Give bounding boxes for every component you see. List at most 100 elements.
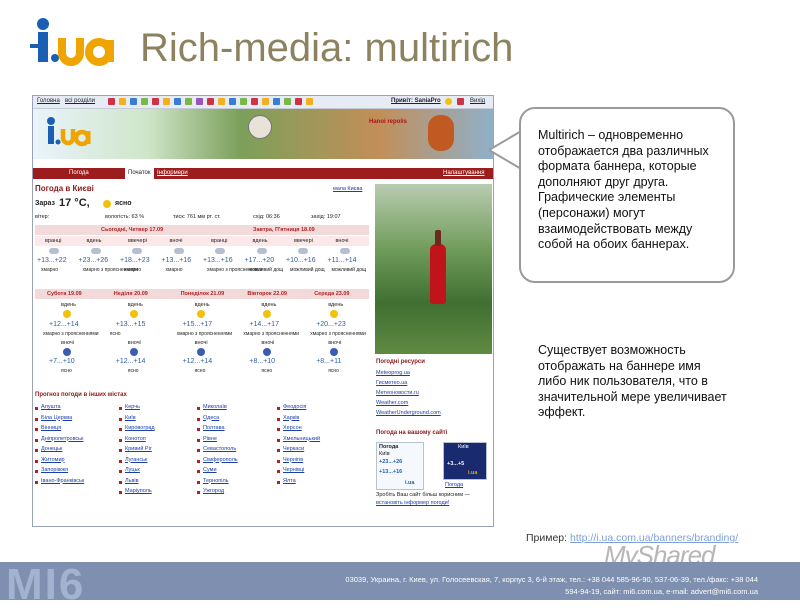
toolbar-icon[interactable]	[152, 98, 159, 105]
resource-link[interactable]: Weather.com	[376, 400, 408, 406]
day-label: Понеділок 21.09	[180, 291, 225, 297]
moon-icon	[263, 348, 272, 356]
now-label: Зараз	[35, 200, 56, 207]
city-link[interactable]: Луцьк	[125, 467, 140, 473]
city-link[interactable]: Полтава	[203, 425, 225, 431]
city-link[interactable]: Херсон	[283, 425, 302, 431]
toolbar-icon[interactable]	[185, 98, 192, 105]
city-link[interactable]: Маріуполь	[125, 488, 152, 494]
nav-weather[interactable]: Погода	[69, 170, 89, 176]
widget1-temp1: +23...+26	[379, 459, 403, 465]
city-link[interactable]: Севастополь	[203, 446, 236, 452]
callout-text: Multirich – одновременно отображается дв…	[538, 128, 709, 252]
city-link[interactable]: Кировоград	[125, 425, 155, 431]
day-part-label: вдень	[127, 302, 143, 308]
night-condition: ясно	[194, 368, 206, 374]
day-label: Середа 23.09	[314, 291, 350, 297]
widget-caption[interactable]: Погода	[445, 482, 463, 488]
city-link[interactable]: Вінниця	[41, 425, 61, 431]
iua-logo	[30, 14, 122, 74]
night-temp: +7...+10	[49, 358, 75, 365]
city-bullet	[119, 407, 122, 410]
city-link[interactable]: Одеса	[203, 415, 219, 421]
city-bullet	[35, 438, 38, 442]
toolbar-icon[interactable]	[130, 98, 137, 105]
city-link[interactable]: Миколаїв	[203, 404, 227, 410]
cloud-icon	[173, 248, 184, 254]
city-link[interactable]: Алушта	[41, 404, 61, 410]
toolbar-icon[interactable]	[295, 98, 302, 105]
city-bullet	[277, 407, 280, 410]
toolbar-icon[interactable]	[218, 98, 225, 105]
toolbar-icon[interactable]	[163, 98, 170, 105]
city-link[interactable]: Донецьк	[41, 446, 62, 452]
toolbar-icon[interactable]	[174, 98, 181, 105]
toolbar-icon[interactable]	[196, 98, 203, 105]
tab-informers[interactable]: Інформери	[157, 170, 188, 176]
city-link[interactable]: Кривий Ріг	[125, 446, 152, 452]
iua-small-logo[interactable]	[43, 115, 93, 151]
tab-start[interactable]: Початок	[125, 168, 154, 179]
forecast-temp: +13...+16	[161, 257, 192, 264]
city-link[interactable]: Тернопіль	[203, 478, 229, 484]
settings-link[interactable]: Налаштування	[443, 170, 484, 176]
map-link[interactable]: мапа Києва	[333, 186, 362, 192]
toolbar-icon[interactable]	[119, 98, 126, 105]
toolbar-icon[interactable]	[273, 98, 280, 105]
resource-link[interactable]: WeatherUnderground.com	[376, 410, 441, 416]
city-bullet	[35, 449, 38, 452]
mail-icon[interactable]	[457, 98, 464, 105]
toolbar-icon[interactable]	[229, 98, 236, 105]
city-link[interactable]: Феодосія	[283, 404, 306, 410]
widget2-temp: +3...+5	[447, 461, 465, 467]
daypart-label: вранці	[45, 238, 62, 244]
toolbar-icon[interactable]	[251, 98, 258, 105]
weather-widget-1[interactable]: Погода Київ +23...+26 +13...+16 i.ua	[376, 442, 424, 490]
user-greeting-link[interactable]: Привіт: SaniaPro	[391, 98, 441, 104]
city-link[interactable]: Конотоп	[125, 436, 146, 442]
city-link[interactable]: Рівне	[203, 436, 217, 442]
city-link[interactable]: Чернігів	[283, 457, 303, 463]
day-condition: хмарно з проясненнями	[243, 331, 299, 337]
city-link[interactable]: Харків	[283, 415, 299, 421]
resource-link[interactable]: Метеоновости.ru	[376, 390, 419, 396]
weather-widget-2[interactable]: Київ +3...+5 i.ua	[443, 442, 487, 480]
footer-address: 03039, Украина, г. Киев, ул. Голосеевска…	[345, 575, 758, 584]
city-link[interactable]: Луганськ	[125, 457, 147, 463]
toolbar-icon[interactable]	[284, 98, 291, 105]
city-bullet	[277, 470, 280, 473]
city-link[interactable]: Ялта	[283, 478, 296, 484]
city-link[interactable]: Суми	[203, 467, 217, 473]
night-temp: +12...+14	[182, 358, 213, 365]
city-link[interactable]: Чернівці	[283, 467, 304, 473]
city-link[interactable]: Львів	[125, 478, 139, 484]
exit-link[interactable]: Вихід	[470, 98, 485, 104]
city-link[interactable]: Хмельницький	[283, 436, 320, 442]
top-banner-ad[interactable]: Hanoi repolis	[33, 109, 493, 159]
city-link[interactable]: Житомир	[41, 457, 65, 463]
toolbar-icon[interactable]	[141, 98, 148, 105]
city-link[interactable]: Біла Церква	[41, 415, 72, 421]
city-link[interactable]: Керчь	[125, 404, 140, 410]
city-link[interactable]: Ужгород	[203, 488, 224, 494]
resource-link[interactable]: Meteoprog.ua	[376, 370, 410, 376]
promo-link[interactable]: встановіть інформер погоди!	[376, 500, 449, 506]
city-bullet	[119, 428, 122, 431]
city-link[interactable]: Дніпропетровськ	[41, 436, 83, 442]
toolbar-icon[interactable]	[262, 98, 269, 105]
toolbar-icon[interactable]	[207, 98, 214, 105]
sun-icon	[129, 310, 138, 318]
city-link[interactable]: Запоріжжя	[41, 467, 68, 473]
all-sections-link[interactable]: всі розділи	[65, 98, 95, 104]
city-link[interactable]: Івано-Франківськ	[41, 478, 84, 484]
city-link[interactable]: Черкаси	[283, 446, 304, 452]
city-link[interactable]: Київ	[125, 415, 136, 421]
toolbar-icon[interactable]	[306, 98, 313, 105]
toolbar-icon[interactable]	[108, 98, 115, 105]
city-link[interactable]: Сімферополь	[203, 457, 238, 463]
toolbar-icon[interactable]	[240, 98, 247, 105]
resource-link[interactable]: Гисметео.ua	[376, 380, 407, 386]
home-link[interactable]: Головна	[37, 98, 60, 104]
moon-icon	[196, 348, 205, 356]
side-banner-ad[interactable]	[375, 184, 492, 354]
